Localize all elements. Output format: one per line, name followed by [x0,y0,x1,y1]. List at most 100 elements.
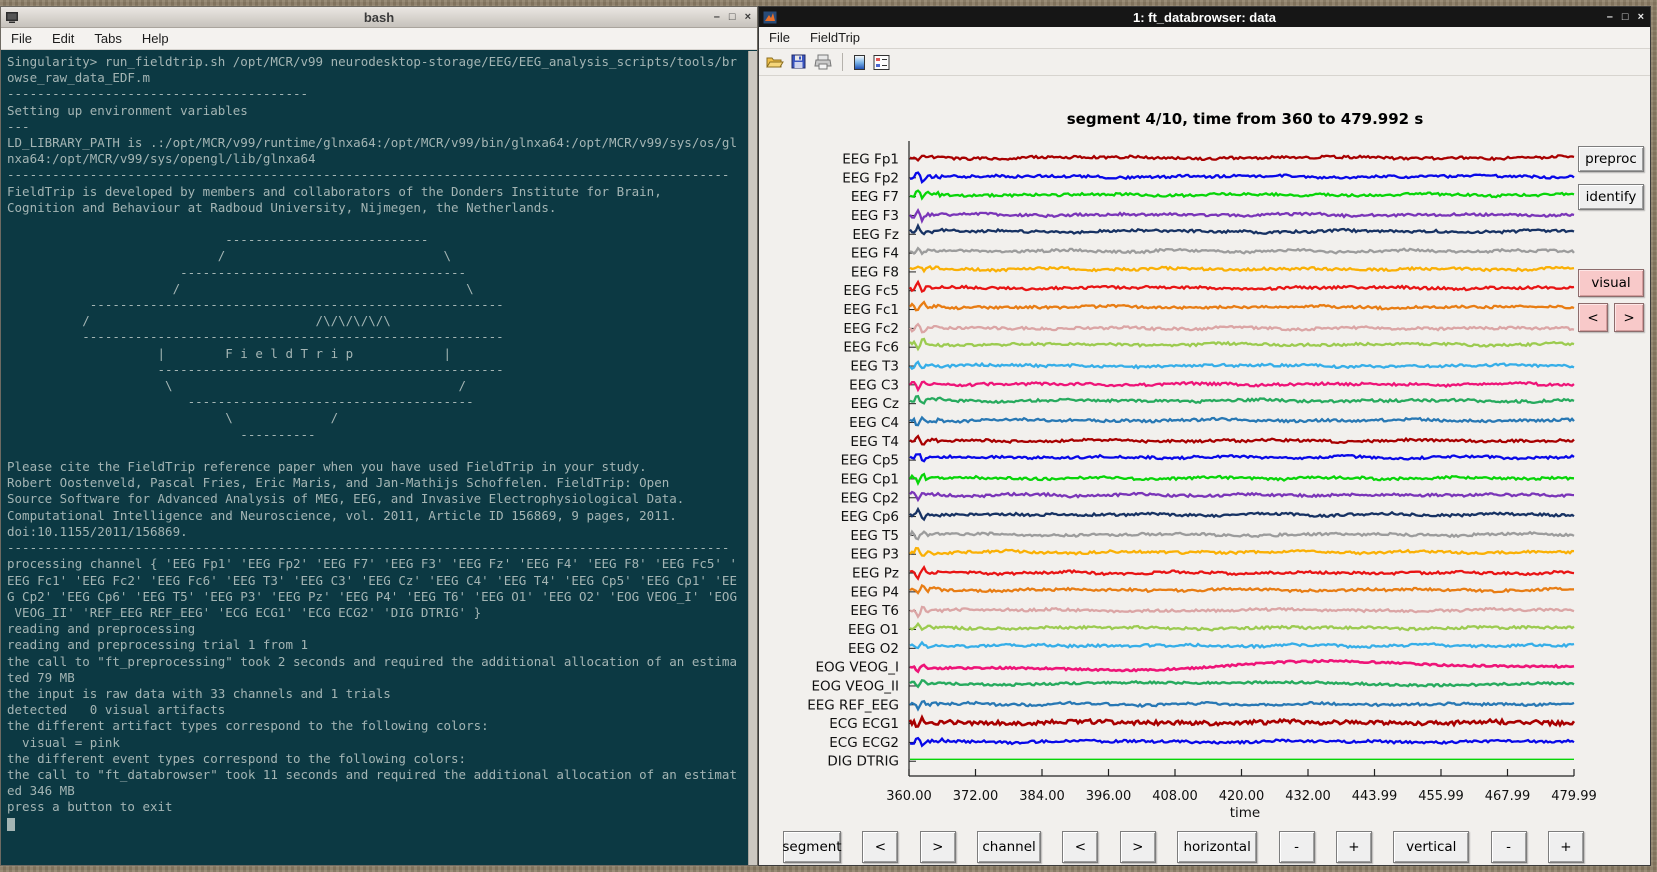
channel-trace-EEG-Fc5[interactable] [909,279,1575,293]
channel-trace-EEG-P3[interactable] [909,546,1575,557]
channel-trace-EOG-VEOG_II[interactable] [909,678,1575,689]
bottom-button-segment[interactable]: segment [782,831,842,863]
channel-trace-EEG-O2[interactable] [909,640,1575,650]
figure-toolbar [759,49,1650,76]
channel-label: EEG O2 [848,641,899,657]
channel-label: EEG T3 [850,359,899,375]
terminal-output[interactable]: Singularity> run_fieldtrip.sh /opt/MCR/v… [1,51,748,865]
channel-trace-EEG-Fc2[interactable] [909,322,1575,334]
channel-trace-EEG-Fz[interactable] [909,222,1575,236]
channel-label: EOG VEOG_II [812,678,899,694]
x-tick-label: 384.00 [1019,789,1065,804]
channel-label: EEG Cp5 [841,453,899,469]
bottom-button-segment-prev[interactable]: < [862,831,899,863]
channel-trace-EEG-Cp2[interactable] [909,490,1575,503]
artifact-prev-button[interactable]: < [1578,303,1608,332]
x-tick-label: 479.99 [1551,789,1597,804]
close-icon[interactable]: × [745,11,751,23]
channel-trace-ECG-ECG2[interactable] [909,736,1575,748]
minimize-icon[interactable]: – [1607,11,1613,23]
channel-trace-EEG-C3[interactable] [909,380,1575,393]
bottom-button-horizontal-minus[interactable]: - [1278,831,1315,863]
figure-canvas: segment 4/10, time from 360 to 479.992 s… [759,77,1650,865]
terminal-menu-file[interactable]: File [1,28,42,49]
eeg-plot[interactable]: 360.00 372.00 384.00 396.00 408.00 420.00 432.… [759,77,1652,867]
print-icon[interactable] [814,54,832,70]
terminal-menu-tabs[interactable]: Tabs [84,28,131,49]
channel-trace-EEG-T4[interactable] [909,434,1575,446]
terminal-scrollbar[interactable] [748,51,757,865]
channel-label: EEG Fp1 [842,152,899,168]
x-tick-label: 420.00 [1219,789,1265,804]
channel-label: DIG DTRIG [827,754,899,770]
terminal-menubar: File Edit Tabs Help [1,28,757,50]
channel-trace-EEG-Fp2[interactable] [909,171,1575,184]
channel-label: EEG F4 [851,246,899,262]
channel-label: EEG REF_EEG [807,697,899,713]
terminal-menu-help[interactable]: Help [132,28,179,49]
channel-trace-EEG-Pz[interactable] [909,565,1575,581]
preproc-button[interactable]: preproc [1578,146,1644,172]
channel-trace-EEG-O1[interactable] [909,621,1575,632]
channel-trace-EEG-T5[interactable] [908,529,1575,541]
channel-trace-EEG-T3[interactable] [909,360,1575,371]
bottom-button-channel[interactable]: channel [977,831,1042,863]
save-icon[interactable] [791,54,807,70]
close-icon[interactable]: × [1638,11,1644,23]
bottom-button-segment-next[interactable]: > [919,831,956,863]
x-tick-label: 396.00 [1086,789,1132,804]
terminal-titlebar[interactable]: bash – □ × [1,7,757,28]
channel-trace-EEG-Cp6[interactable] [909,506,1575,522]
x-axis-label: time [1229,805,1261,821]
figure-titlebar[interactable]: 1: ft_databrowser: data – □ × [759,7,1650,27]
channel-trace-EEG-Cp1[interactable] [909,472,1575,486]
bottom-button-vertical-plus[interactable]: + [1547,831,1584,863]
channel-trace-EEG-C4[interactable] [909,415,1575,427]
maximize-icon[interactable]: □ [729,11,736,23]
channel-label: EEG Fp2 [842,170,899,186]
figure-menu-file[interactable]: File [759,27,800,48]
minimize-icon[interactable]: – [714,11,720,23]
terminal-icon [5,11,19,24]
bottom-button-horizontal[interactable]: horizontal [1177,831,1258,863]
x-tick-label: 408.00 [1152,789,1198,804]
channel-label: EOG VEOG_I [816,660,900,676]
identify-button[interactable]: identify [1578,184,1644,210]
channel-trace-EEG-T6[interactable] [909,605,1575,619]
artifact-next-button[interactable]: > [1614,303,1644,332]
bottom-button-vertical[interactable]: vertical [1393,831,1470,863]
figure-menu-fieldtrip[interactable]: FieldTrip [800,27,870,48]
channel-trace-EEG-Fc1[interactable] [909,300,1575,312]
maximize-icon[interactable]: □ [1622,11,1629,23]
bottom-button-vertical-minus[interactable]: - [1490,831,1527,863]
terminal-window: bash – □ × File Edit Tabs Help Singularity> r… [0,6,758,866]
figure-window: 1: ft_databrowser: data – □ × File FieldTri… [758,6,1651,866]
bottom-button-channel-prev[interactable]: < [1062,831,1099,863]
channel-trace-EEG-F7[interactable] [909,189,1575,201]
x-tick-label: 372.00 [953,789,999,804]
bottom-button-channel-next[interactable]: > [1119,831,1156,863]
visual-artifact-button[interactable]: visual [1578,269,1644,297]
bottom-button-horizontal-plus[interactable]: + [1335,831,1372,863]
channel-label: EEG F8 [851,264,899,280]
channel-trace-EOG-VEOG_I[interactable] [909,658,1575,674]
figure-title: 1: ft_databrowser: data [1132,9,1277,25]
channel-trace-ECG-ECG1[interactable] [908,714,1576,728]
colorbar-icon[interactable] [853,54,866,71]
channel-trace-EEG-Cp5[interactable] [909,453,1575,463]
terminal-menu-edit[interactable]: Edit [42,28,84,49]
channel-trace-EEG-F4[interactable] [909,246,1575,256]
channel-trace-EEG-REF_EEG[interactable] [909,699,1575,712]
open-icon[interactable] [766,54,784,70]
channel-label: EEG Fc1 [843,302,899,318]
channel-trace-EEG-F8[interactable] [909,264,1575,274]
channel-trace-EEG-F3[interactable] [909,207,1575,224]
channel-label: EEG Cz [851,396,899,412]
channel-trace-EEG-Cz[interactable] [909,394,1575,405]
channel-trace-EEG-Fp1[interactable] [909,154,1575,163]
channel-label: EEG Cp1 [841,471,899,487]
x-tick-label: 455.99 [1418,789,1464,804]
channel-trace-EEG-P4[interactable] [909,583,1575,595]
legend-icon[interactable] [873,54,890,71]
channel-trace-EEG-Fc6[interactable] [909,337,1575,352]
